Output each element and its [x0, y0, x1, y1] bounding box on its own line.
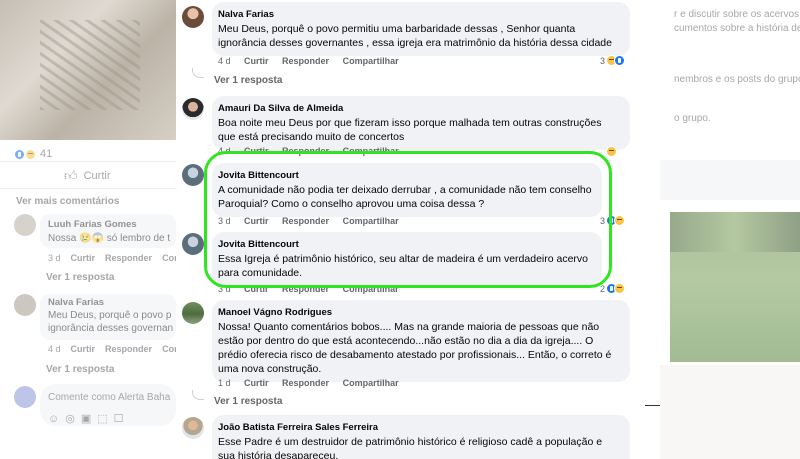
view-replies-link[interactable]: Ver 1 resposta — [214, 75, 282, 86]
comment-actions: 1 d Curtir Responder Compartilhar — [218, 378, 410, 388]
comment-author[interactable]: Amauri Da Silva de Almeida — [218, 102, 620, 115]
comment-text: Esse Padre é um destruidor de patrimônio… — [218, 436, 603, 459]
reply-link[interactable]: Responder — [282, 56, 329, 66]
sad-reaction-icon — [614, 283, 626, 294]
comment-author[interactable]: Nalva Farias — [218, 8, 620, 21]
comment-bubble: Manoel Vágno Rodrigues Nossa! Quanto com… — [212, 300, 630, 382]
comment-bubble: Amauri Da Silva de Almeida Boa noite meu… — [212, 96, 630, 150]
view-replies-link[interactable]: Ver 1 resposta — [214, 396, 282, 407]
avatar — [182, 6, 204, 28]
comment-text: Boa noite meu Deus por que fizeram isso … — [218, 117, 602, 143]
sad-reaction-icon — [614, 215, 626, 226]
share-link[interactable]: Compartilhar — [343, 56, 399, 66]
scrollbar-marker[interactable] — [645, 405, 660, 406]
avatar — [182, 417, 204, 439]
avatar — [182, 98, 204, 120]
reaction-summary[interactable]: 3 — [600, 55, 626, 66]
reply-thread-line — [192, 68, 204, 78]
avatar — [182, 302, 204, 324]
like-link[interactable]: Curtir — [244, 56, 269, 66]
comment-time[interactable]: 1 d — [218, 378, 231, 388]
reaction-summary[interactable] — [606, 146, 617, 157]
comment-author[interactable]: Manoel Vágno Rodrigues — [218, 306, 620, 319]
comment-bubble: João Batista Ferreira Sales Ferreira Ess… — [212, 415, 630, 459]
reply-thread-line — [192, 390, 204, 400]
share-link[interactable]: Compartilhar — [343, 378, 399, 388]
comment-bubble: Nalva Farias Meu Deus, porquê o povo per… — [212, 2, 630, 56]
comment-text: Meu Deus, porquê o povo permitiu uma bar… — [218, 23, 612, 49]
avatar — [182, 164, 204, 186]
reply-link[interactable]: Responder — [282, 378, 329, 388]
like-link[interactable]: Curtir — [244, 378, 269, 388]
like-reaction-icon — [614, 55, 626, 66]
highlight-annotation — [204, 151, 612, 288]
comment-time[interactable]: 4 d — [218, 56, 231, 66]
reaction-summary[interactable]: 2 — [600, 283, 626, 294]
comment-text: Nossa! Quanto comentários bobos.... Mas … — [218, 321, 612, 375]
comment-author[interactable]: João Batista Ferreira Sales Ferreira — [218, 421, 620, 434]
sad-reaction-icon — [606, 146, 617, 157]
avatar — [182, 233, 204, 255]
comment-actions: 4 d Curtir Responder Compartilhar — [218, 56, 410, 66]
